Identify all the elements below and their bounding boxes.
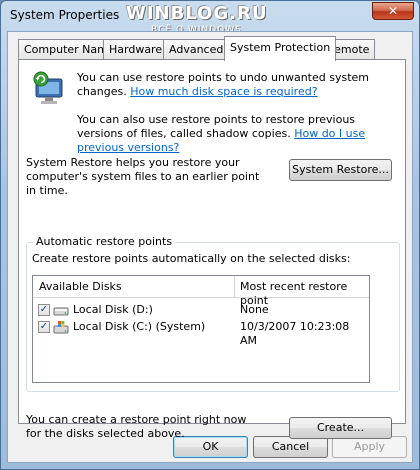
dialog-client-area: Computer Name Hardware Advanced System P… — [7, 31, 413, 463]
system-restore-button[interactable]: System Restore... — [289, 159, 392, 181]
disks-instruction: Create restore points automatically on t… — [32, 252, 351, 265]
close-button[interactable]: ✕ — [372, 2, 414, 20]
system-protection-panel: You can use restore points to undo unwan… — [18, 59, 406, 440]
disks-list[interactable]: Available Disks Most recent restore poin… — [32, 275, 370, 383]
column-available-disks[interactable]: Available Disks — [39, 280, 122, 294]
system-restore-description: System Restore helps you restore your co… — [26, 156, 260, 197]
automatic-restore-points-group: Automatic restore points Create restore … — [26, 235, 400, 392]
drive-icon — [53, 307, 69, 316]
disk-d-restore-point: None — [240, 303, 269, 316]
disk-row-d[interactable]: ✓ Local Disk (D:) None — [33, 302, 369, 319]
system-protection-icon — [31, 70, 67, 106]
create-button[interactable]: Create... — [289, 417, 392, 439]
disk-c-checkbox[interactable]: ✓ — [38, 321, 50, 333]
tab-advanced[interactable]: Advanced — [163, 39, 230, 60]
system-drive-icon — [53, 321, 69, 334]
disk-c-restore-point: 10/3/2007 10:23:08 AM — [240, 320, 350, 347]
disk-d-name: Local Disk (D:) — [73, 303, 153, 316]
watermark-logo: WINBLOG.RU — [126, 3, 268, 24]
close-icon: ✕ — [387, 4, 399, 18]
group-label: Automatic restore points — [33, 235, 176, 249]
disk-c-name: Local Disk (C:) (System) — [73, 320, 206, 333]
create-description: You can create a restore point right now… — [26, 413, 247, 440]
tab-hardware[interactable]: Hardware — [103, 39, 169, 60]
disk-d-checkbox[interactable]: ✓ — [38, 304, 50, 316]
intro-shadow-copies: You can also use restore points to resto… — [77, 113, 397, 155]
apply-button[interactable]: Apply — [332, 436, 407, 458]
disk-space-link[interactable]: How much disk space is required? — [130, 85, 317, 98]
cancel-button[interactable]: Cancel — [253, 436, 328, 458]
disk-row-c[interactable]: ✓ Local Disk (C:) (System) 10/3/2007 10:… — [33, 319, 369, 347]
column-divider[interactable] — [234, 276, 235, 298]
intro-restore-points: You can use restore points to undo unwan… — [77, 71, 403, 99]
tab-system-protection[interactable]: System Protection — [224, 36, 337, 61]
window-title: System Properties — [10, 8, 120, 22]
list-header: Available Disks Most recent restore poin… — [33, 276, 369, 307]
title-bar[interactable]: System Properties WINBLOG.RU ВСЁ О WINDO… — [1, 1, 419, 35]
system-properties-window: System Properties WINBLOG.RU ВСЁ О WINDO… — [0, 0, 420, 470]
